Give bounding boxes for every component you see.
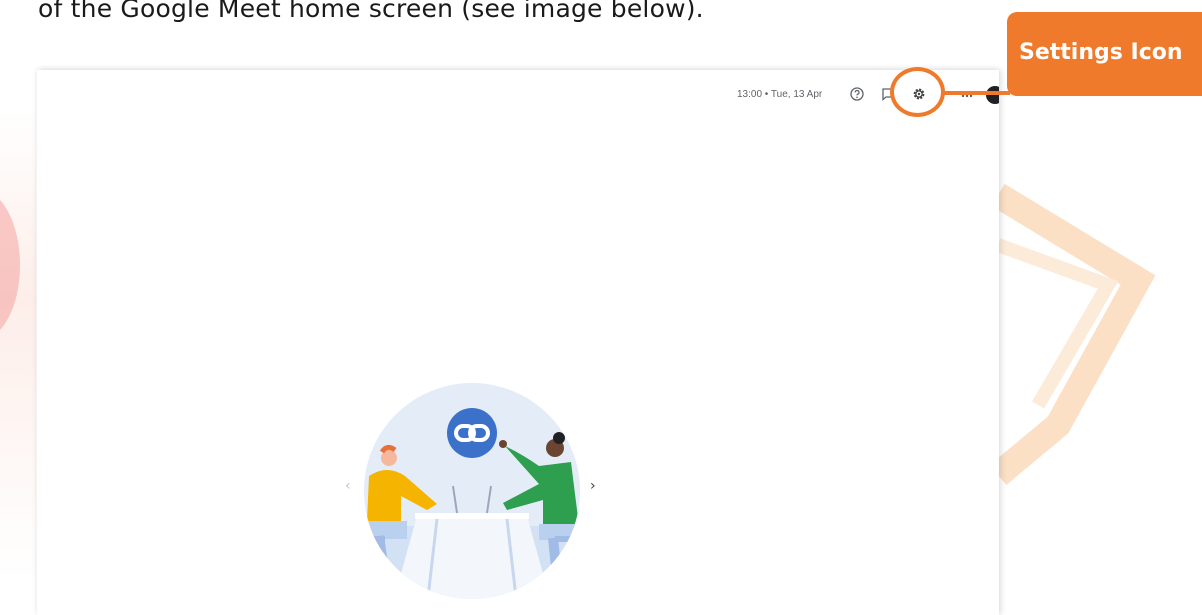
help-icon[interactable] xyxy=(848,85,866,103)
account-avatar[interactable] xyxy=(986,86,999,104)
meeting-illustration xyxy=(364,383,580,599)
carousel-next-button[interactable]: › xyxy=(590,478,596,494)
background-decoration-left xyxy=(0,110,36,580)
instruction-text: of the Google Meet home screen (see imag… xyxy=(38,0,704,23)
google-meet-home-screenshot: 13:00 • Tue, 13 Apr ‹ › xyxy=(37,70,999,615)
settings-callout-label: Settings Icon xyxy=(1007,12,1202,96)
settings-highlight-ring xyxy=(890,67,945,117)
background-decoration-right xyxy=(998,95,1202,608)
date-time-label: 13:00 • Tue, 13 Apr xyxy=(737,89,823,100)
callout-connector xyxy=(944,91,1010,95)
carousel-prev-button[interactable]: ‹ xyxy=(345,478,351,494)
